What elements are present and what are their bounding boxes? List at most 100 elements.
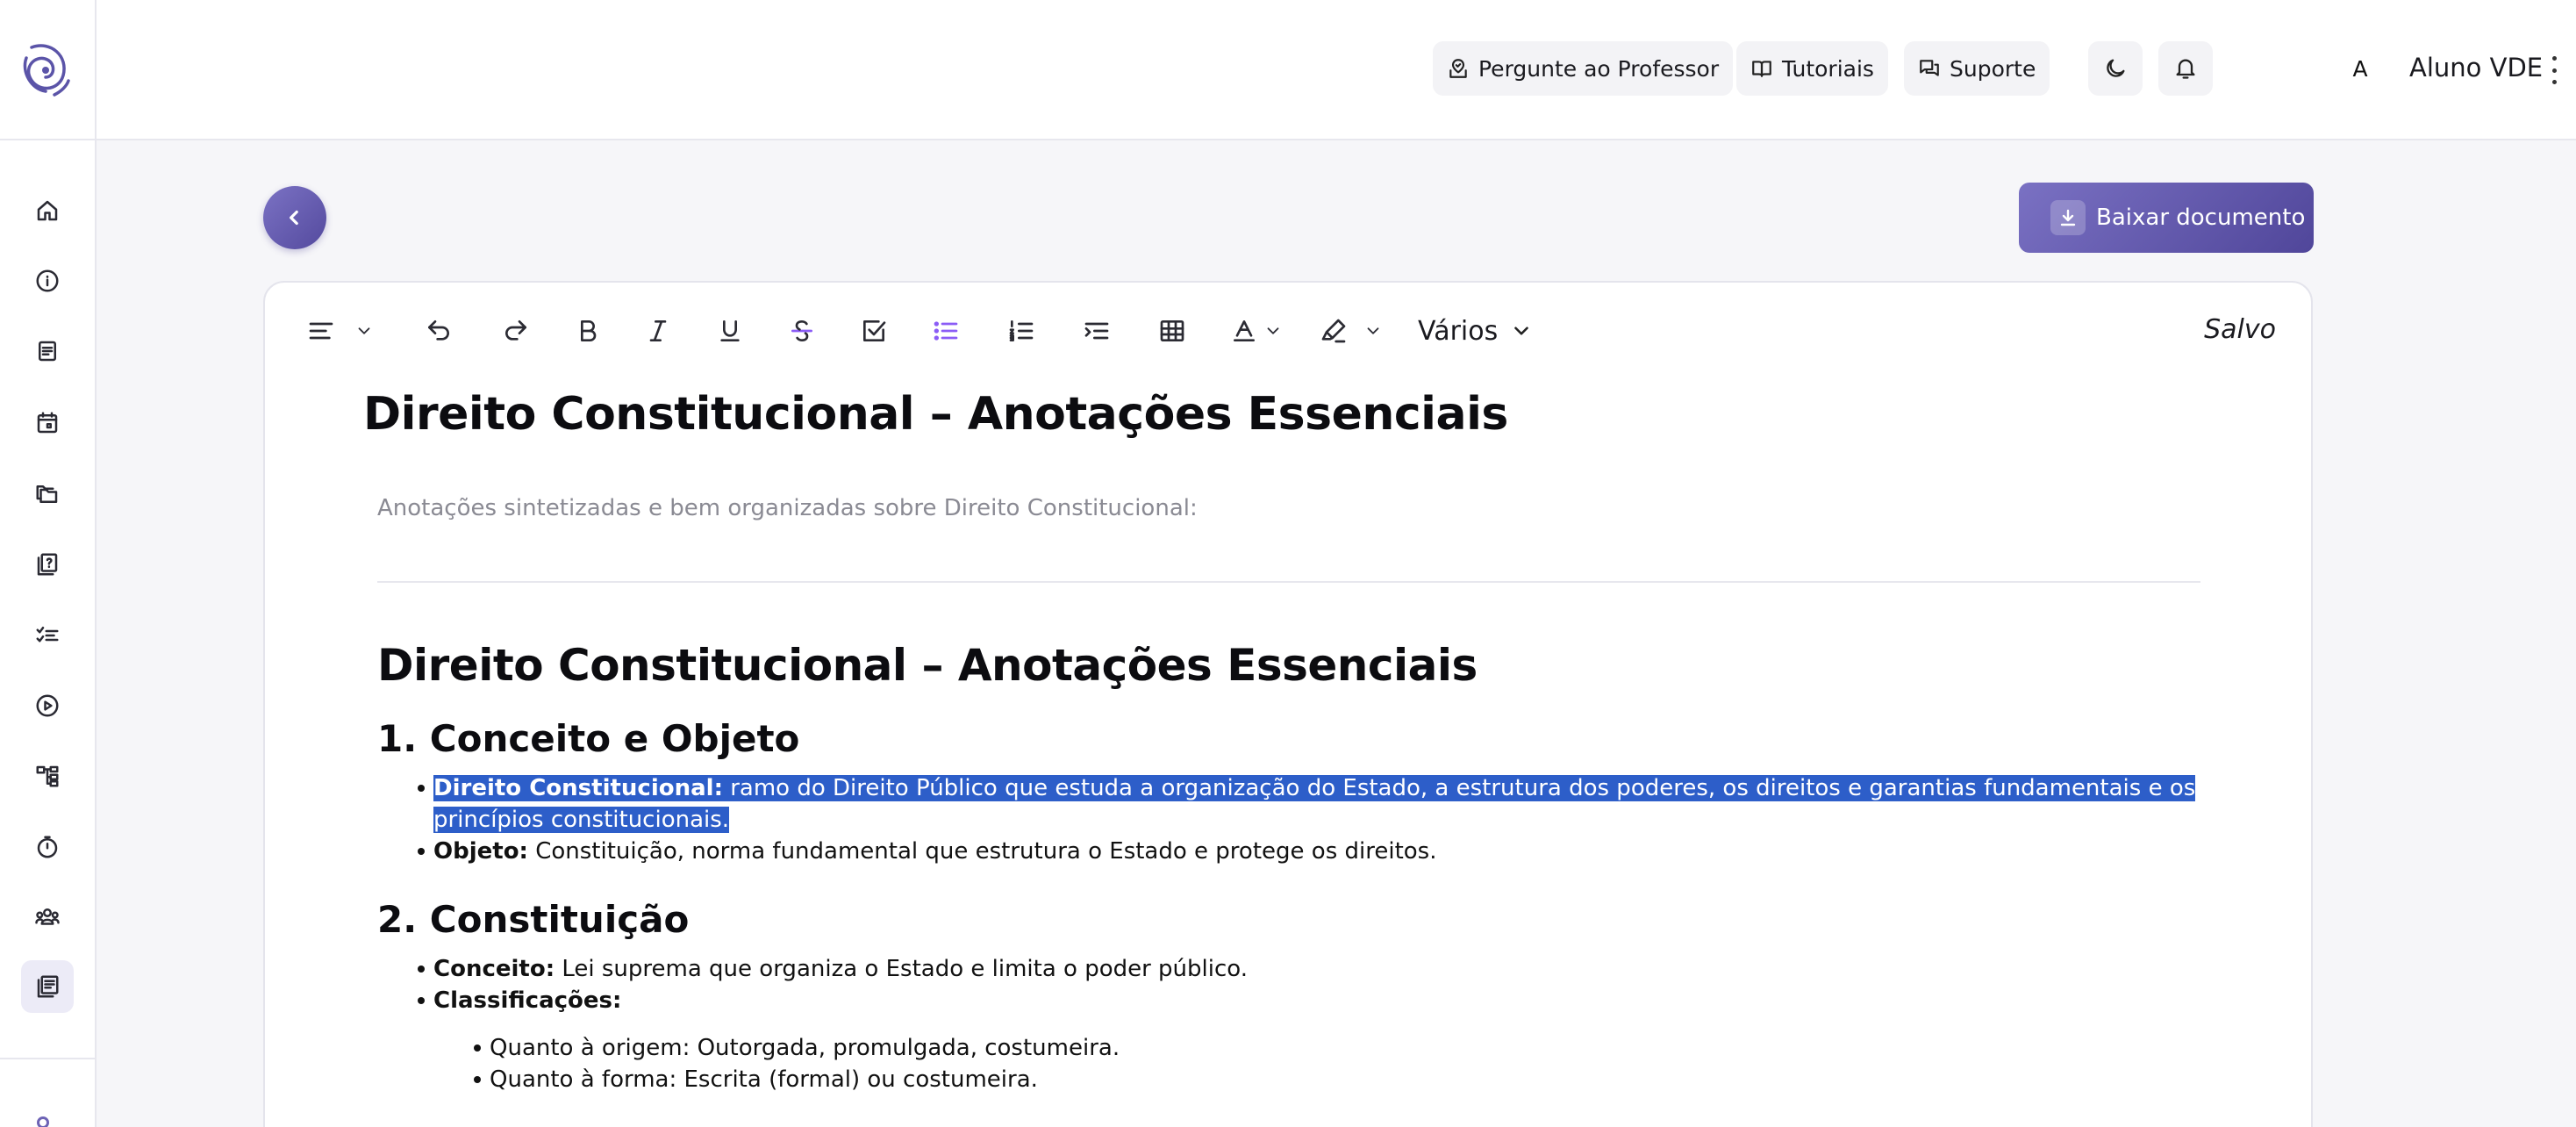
chat-bubbles-icon <box>1920 60 1939 76</box>
section-2-list: Conceito: Lei suprema que organiza o Est… <box>377 953 2220 1016</box>
list-indent-icon <box>1084 322 1109 340</box>
play-circle-icon <box>36 694 59 717</box>
question-book-icon <box>37 553 58 576</box>
redo-icon <box>505 320 526 341</box>
app-logo-icon[interactable] <box>19 37 72 100</box>
document-icon <box>39 341 56 362</box>
nav-mindmap[interactable] <box>21 750 74 802</box>
nav-home[interactable] <box>21 184 74 237</box>
nav-videos[interactable] <box>21 679 74 732</box>
redo-button[interactable] <box>502 311 530 351</box>
avatar[interactable]: A <box>2343 51 2378 86</box>
text-color-icon <box>1234 320 1255 341</box>
chevron-down-icon <box>1367 327 1379 334</box>
text-color-dropdown[interactable] <box>1230 311 1283 351</box>
list-item: Conceito: Lei suprema que organiza o Est… <box>377 953 2220 985</box>
indent-list-button[interactable] <box>1083 311 1111 351</box>
nav-extra-icon[interactable] <box>37 1116 49 1127</box>
nav-folders[interactable] <box>21 468 74 520</box>
more-options-icon[interactable] <box>2547 56 2561 84</box>
nav-community[interactable] <box>21 891 74 944</box>
chevron-down-icon <box>1267 327 1279 334</box>
top-header: Pergunte ao Professor Tutoriais Suporte … <box>97 0 2576 140</box>
nav-info[interactable] <box>21 255 74 307</box>
mindmap-icon <box>36 765 59 787</box>
underline-button[interactable] <box>716 311 744 351</box>
section-1-heading: 1. Conceito e Objeto <box>377 717 800 760</box>
nav-questions[interactable] <box>21 538 74 591</box>
section-2-heading: 2. Constituição <box>377 898 690 941</box>
download-document-button[interactable]: Baixar documento <box>2019 183 2314 253</box>
bullet-list-button[interactable] <box>932 311 960 351</box>
italic-icon <box>649 320 667 341</box>
map-pin-check-icon <box>1449 59 1467 78</box>
support-button[interactable]: Suporte <box>1904 41 2050 96</box>
bold-icon <box>581 320 597 341</box>
highlighter-icon <box>1321 319 1346 343</box>
align-dropdown[interactable] <box>307 311 374 351</box>
stopwatch-icon <box>37 836 58 858</box>
sidebar-divider <box>0 139 97 140</box>
underline-icon <box>720 320 740 341</box>
chevron-down-icon <box>1514 327 1529 335</box>
editor-toolbar: Vários Salvo <box>265 283 2311 379</box>
selected-text: Direito Constitucional: ramo do Direito … <box>433 775 2196 833</box>
classifications-sublist: Quanto à origem: Outorgada, promulgada, … <box>377 1032 2220 1095</box>
table-icon <box>1160 320 1184 341</box>
checklist-icon <box>36 627 59 642</box>
sidebar <box>0 0 97 1127</box>
tutorials-button[interactable]: Tutoriais <box>1736 41 1888 96</box>
list-item: Quanto à forma: Escrita (formal) ou cost… <box>377 1064 2220 1095</box>
support-label: Suporte <box>1950 55 2036 82</box>
document-subtitle[interactable]: Anotações sintetizadas e bem organizadas… <box>377 495 1198 521</box>
strikethrough-icon <box>791 320 812 341</box>
calendar-icon <box>37 412 58 434</box>
document-title[interactable]: Direito Constitucional – Anotações Essen… <box>363 388 1508 441</box>
undo-icon <box>428 320 449 341</box>
nav-timer[interactable] <box>21 821 74 873</box>
font-family-value: Vários <box>1418 315 1499 347</box>
chevron-down-icon <box>358 327 370 334</box>
folders-icon <box>36 485 58 503</box>
font-family-select[interactable]: Vários <box>1418 311 1533 351</box>
italic-button[interactable] <box>644 311 672 351</box>
sidebar-divider-bottom <box>0 1058 97 1059</box>
list-item: Direito Constitucional: ramo do Direito … <box>377 772 2220 836</box>
document-editor: Vários Salvo Direito Constitucional – An… <box>263 281 2313 1127</box>
book-open-icon <box>1752 61 1771 77</box>
back-button[interactable] <box>263 186 326 249</box>
users-icon <box>35 908 60 925</box>
align-left-icon <box>309 322 333 340</box>
moon-icon <box>2107 59 2125 77</box>
documents-icon <box>37 975 59 998</box>
info-icon <box>36 269 59 292</box>
nav-documents[interactable] <box>21 960 74 1013</box>
bold-button[interactable] <box>574 311 602 351</box>
numbered-list-icon <box>1009 320 1034 341</box>
nav-checklist[interactable] <box>21 609 74 662</box>
list-item: Objeto: Constituição, norma fundamental … <box>377 836 2220 867</box>
highlight-dropdown[interactable] <box>1320 311 1383 351</box>
download-document-label: Baixar documento <box>2096 205 2306 231</box>
notifications-button[interactable] <box>2158 41 2213 96</box>
download-icon <box>2060 209 2076 226</box>
undo-button[interactable] <box>425 311 453 351</box>
table-button[interactable] <box>1158 311 1186 351</box>
numbered-list-button[interactable] <box>1007 311 1035 351</box>
list-item: Quanto à origem: Outorgada, promulgada, … <box>377 1032 2220 1064</box>
dark-mode-toggle[interactable] <box>2088 41 2143 96</box>
checkbox-button[interactable] <box>860 311 888 351</box>
section-1-list: Direito Constitucional: ramo do Direito … <box>377 772 2220 867</box>
download-icon-box <box>2050 200 2086 235</box>
list-item: Classificações: <box>377 985 2220 1016</box>
home-icon <box>37 200 58 221</box>
nav-calendar[interactable] <box>21 397 74 449</box>
nav-notes[interactable] <box>21 325 74 377</box>
username[interactable]: Aluno VDE <box>2409 53 2543 83</box>
strikethrough-button[interactable] <box>788 311 816 351</box>
bell-icon <box>2176 59 2195 79</box>
document-body[interactable]: Direito Constitucional – Anotações Essen… <box>377 634 2220 1095</box>
ask-professor-label: Pergunte ao Professor <box>1478 55 1720 82</box>
horizontal-rule <box>377 581 2200 583</box>
ask-professor-button[interactable]: Pergunte ao Professor <box>1433 41 1734 96</box>
